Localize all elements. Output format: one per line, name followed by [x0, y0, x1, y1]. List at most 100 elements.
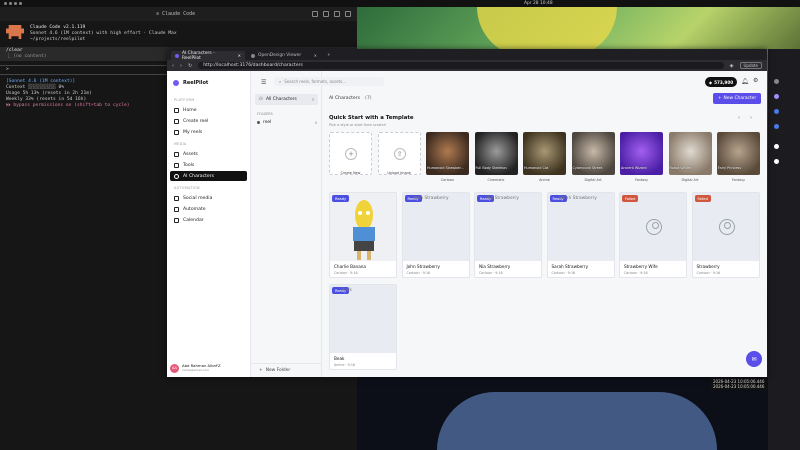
- character-card[interactable]: Ready Nia Strawberry Nia Strawberry Cartoon…: [474, 192, 542, 278]
- template-card[interactable]: Robot Waiter Digital Art: [668, 132, 712, 182]
- bell-icon[interactable]: 🔔︎: [741, 78, 749, 85]
- upload-image-template[interactable]: ⇪ Upload Image: [377, 132, 421, 175]
- sidebar-item-home[interactable]: Home: [170, 105, 247, 115]
- template-card[interactable]: Full Body Skeleton Cinematic: [474, 132, 518, 182]
- character-thumbnail: [475, 193, 541, 261]
- status-badge: Ready: [332, 195, 350, 202]
- sidebar-item-tools[interactable]: Tools: [170, 160, 247, 170]
- sidebar-item-ai-characters[interactable]: AI Characters: [170, 171, 247, 181]
- template-card[interactable]: Cyberpunk Street Digital Art: [571, 132, 615, 182]
- close-tab-icon[interactable]: ✕: [238, 53, 241, 58]
- nav-label: AI Characters: [183, 173, 215, 179]
- template-card[interactable]: Humanoid Strawber... Cartoon: [426, 132, 469, 182]
- reload-icon[interactable]: ↻: [188, 63, 192, 69]
- template-category: Digital Art: [584, 178, 602, 182]
- update-button[interactable]: Update: [739, 62, 762, 69]
- character-card[interactable]: Failed Strawberry Wife Cartoon · 9:16: [619, 192, 687, 278]
- user-profile[interactable]: AA Abd Rahman Alkaf'Z name@email.com: [170, 361, 248, 375]
- character-meta: Cartoon · 9:16: [479, 271, 503, 275]
- browser-window[interactable]: AI Characters - ReelPilot ✕ OpenDesign Vi…: [167, 49, 767, 377]
- chevron-right-icon[interactable]: ›: [750, 115, 752, 121]
- panel-icon[interactable]: [774, 94, 779, 99]
- character-name: Nia Strawberry: [479, 264, 511, 269]
- menu-icon[interactable]: ☰: [261, 79, 266, 86]
- broken-image-alt: John Strawberry: [413, 196, 449, 201]
- terminal-menu-icon[interactable]: [323, 11, 329, 17]
- character-name: Sarah Strawberry: [551, 264, 589, 269]
- share-icon: [174, 195, 179, 201]
- claude-path: ~/projects/reelpilot: [30, 37, 86, 42]
- tab-opendesign[interactable]: OpenDesign Viewer ✕: [247, 51, 321, 60]
- claude-header: Claude Code v2.1.119 Sonnet 4.6 (1M cont…: [0, 21, 357, 47]
- template-category: Cartoon: [440, 178, 455, 182]
- panel-icon[interactable]: [774, 144, 779, 149]
- browser-tabbar: AI Characters - ReelPilot ✕ OpenDesign Vi…: [167, 49, 767, 61]
- panel-icon[interactable]: [774, 124, 779, 129]
- template-category: Digital Art: [681, 178, 699, 182]
- panel-icon[interactable]: [774, 79, 779, 84]
- back-icon[interactable]: ‹: [172, 63, 174, 69]
- all-characters-folder[interactable]: ⚇ All Characters 7: [255, 94, 318, 105]
- gear-icon[interactable]: ⚙: [753, 77, 758, 84]
- search-input[interactable]: ⌕ Search reels, formats, assets...: [274, 77, 384, 86]
- folder-count: 7: [311, 97, 314, 102]
- chevron-left-icon[interactable]: ‹: [738, 115, 740, 121]
- sidebar-item-assets[interactable]: Assets: [170, 149, 247, 159]
- credits-badge[interactable]: ◆ 573,900: [705, 77, 737, 87]
- new-folder-button[interactable]: + New Folder: [251, 363, 322, 377]
- template-card[interactable]: Fairy Princess Fantasy: [717, 132, 760, 182]
- broken-image-alt: Nia Strawberry: [486, 196, 519, 201]
- search-icon: ⌕: [279, 79, 282, 84]
- template-card[interactable]: Ancient Wizard Fantasy: [620, 132, 663, 182]
- character-card[interactable]: Ready Sarah Strawberry Sarah Strawberry Car…: [546, 192, 615, 278]
- home-icon: [174, 107, 179, 113]
- terminal-search-icon[interactable]: [312, 11, 318, 17]
- folder-item-reel[interactable]: reel 0: [257, 120, 317, 125]
- character-card[interactable]: Ready John Strawberry John Strawberry Carto…: [401, 192, 470, 278]
- sidebar-item-automate[interactable]: Automate: [170, 204, 247, 214]
- nav-label: My reels: [183, 129, 203, 135]
- nav-label: Assets: [183, 151, 198, 157]
- workspace-dots[interactable]: [4, 2, 22, 5]
- character-name: Beak: [334, 356, 345, 361]
- sidebar-item-calendar[interactable]: Calendar: [170, 215, 247, 225]
- template-label: Create New: [340, 171, 361, 175]
- character-card[interactable]: Failed Strawberry Cartoon · 9:16: [691, 192, 760, 278]
- close-tab-icon[interactable]: ✕: [314, 53, 317, 58]
- wrench-icon: [174, 162, 179, 168]
- claude-logo-icon: [6, 25, 24, 39]
- tab-ai-characters[interactable]: AI Characters - ReelPilot ✕: [171, 51, 245, 61]
- character-card[interactable]: Ready Beak Beak Anime · 9:16: [329, 284, 397, 370]
- nav-label: Calendar: [183, 217, 204, 223]
- folder-name: reel: [263, 120, 272, 125]
- folder-icon: [257, 121, 260, 124]
- panel-icon[interactable]: [774, 109, 779, 114]
- create-new-template[interactable]: + Create New: [329, 132, 372, 175]
- chat-icon: ✉: [751, 355, 757, 363]
- template-category: Fantasy: [731, 178, 746, 182]
- brand[interactable]: ReelPilot: [167, 71, 250, 94]
- new-character-button[interactable]: + New Character: [713, 93, 761, 104]
- nav-label: Social media: [183, 195, 213, 201]
- nav-label: Home: [183, 107, 197, 113]
- character-card[interactable]: Ready Charlie Banana Cartoon · 9:16: [329, 192, 397, 278]
- address-input[interactable]: http://localhost:3176/dashboard/characte…: [198, 62, 724, 69]
- clock[interactable]: Apr 28 10:48: [524, 1, 553, 6]
- character-thumbnail: [547, 193, 614, 261]
- template-card[interactable]: Humanoid Cat Anime: [523, 132, 566, 182]
- panel-icon[interactable]: [774, 159, 779, 164]
- user-placeholder-icon: [646, 219, 662, 235]
- forward-icon[interactable]: ›: [180, 63, 182, 69]
- new-tab-button[interactable]: +: [323, 51, 335, 60]
- terminal-close-icon[interactable]: [345, 11, 351, 17]
- sidebar-item-social-media[interactable]: Social media: [170, 193, 247, 203]
- extensions-icon[interactable]: ◈: [730, 63, 734, 69]
- sidebar-item-my-reels[interactable]: My reels: [170, 127, 247, 137]
- title-text: AI Characters: [329, 96, 361, 101]
- section-automation: AUTOMATION: [174, 186, 200, 190]
- character-name: John Strawberry: [406, 264, 441, 269]
- terminal-minimize-icon[interactable]: [334, 11, 340, 17]
- avatar: AA: [170, 363, 179, 373]
- sidebar-item-create-reel[interactable]: Create reel: [170, 116, 247, 126]
- chat-fab-button[interactable]: ✉: [746, 351, 762, 367]
